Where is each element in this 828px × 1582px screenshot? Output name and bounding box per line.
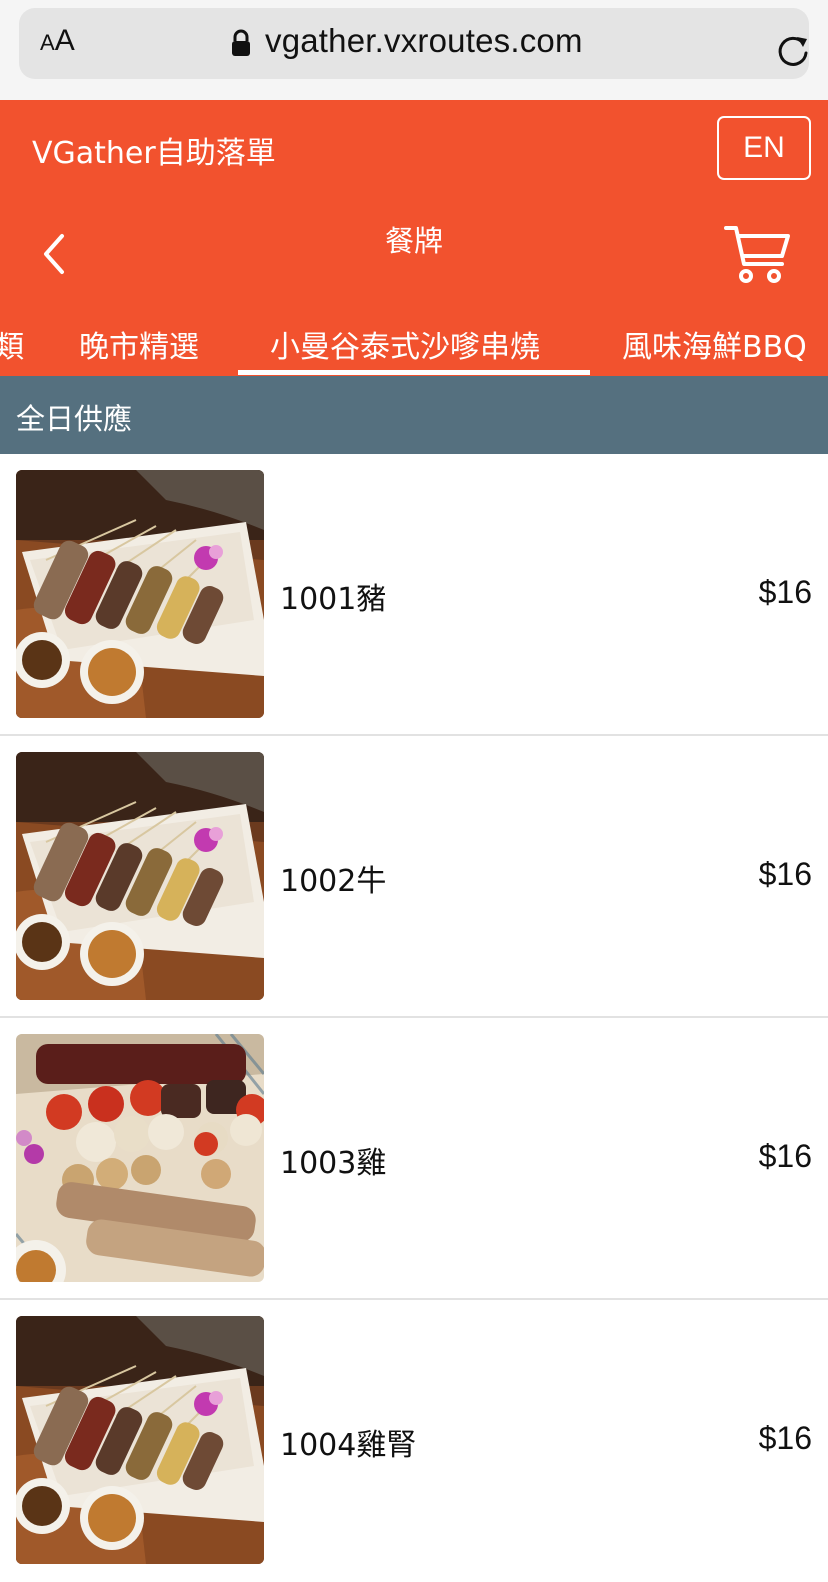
section-title: 全日供應	[16, 402, 133, 436]
food-image[interactable]	[16, 752, 264, 1000]
item-name: 1003雞	[280, 1146, 387, 1181]
tab-previous-category[interactable]: 類	[0, 322, 24, 366]
cart-icon[interactable]	[724, 222, 792, 286]
item-price: $16	[758, 856, 812, 892]
item-price: $16	[758, 1138, 812, 1174]
tab-evening-selection[interactable]: 晚市精選	[79, 322, 199, 366]
menu-item[interactable]: 1001豬 $16	[0, 454, 828, 736]
item-name: 1001豬	[280, 582, 387, 617]
reload-icon[interactable]	[775, 33, 811, 69]
menu-item[interactable]: 1004雞腎 $16	[0, 1300, 828, 1582]
lock-icon	[232, 29, 250, 56]
address-bar[interactable]: AA vgather.vxroutes.com	[19, 8, 809, 79]
food-image[interactable]	[16, 1316, 264, 1564]
item-name: 1004雞腎	[280, 1428, 417, 1463]
url-text[interactable]: vgather.vxroutes.com	[265, 22, 583, 60]
active-tab-indicator	[238, 370, 590, 375]
menu-item[interactable]: 1002牛 $16	[0, 736, 828, 1018]
category-tabs: 類 晚市精選 小曼谷泰式沙嗲串燒 風味海鮮BBQ	[0, 310, 828, 376]
browser-toolbar: AA vgather.vxroutes.com	[0, 0, 828, 100]
text-size-button[interactable]: AA	[40, 24, 75, 58]
app-header: VGather自助落單 EN 餐牌 類 晚市精選 小曼谷泰式沙嗲串燒 風味海鮮B…	[0, 100, 828, 376]
food-image[interactable]	[16, 1034, 264, 1282]
tab-seafood-bbq[interactable]: 風味海鮮BBQ	[622, 322, 807, 366]
page-title: 餐牌	[384, 224, 443, 258]
tab-thai-satay[interactable]: 小曼谷泰式沙嗲串燒	[270, 322, 540, 366]
section-header: 全日供應	[0, 376, 828, 454]
item-name: 1002牛	[280, 864, 387, 899]
item-price: $16	[758, 574, 812, 610]
item-price: $16	[758, 1420, 812, 1456]
language-toggle-button[interactable]: EN	[717, 116, 811, 180]
food-image[interactable]	[16, 470, 264, 718]
menu-item[interactable]: 1003雞 $16	[0, 1018, 828, 1300]
app-title: VGather自助落單	[32, 136, 276, 171]
